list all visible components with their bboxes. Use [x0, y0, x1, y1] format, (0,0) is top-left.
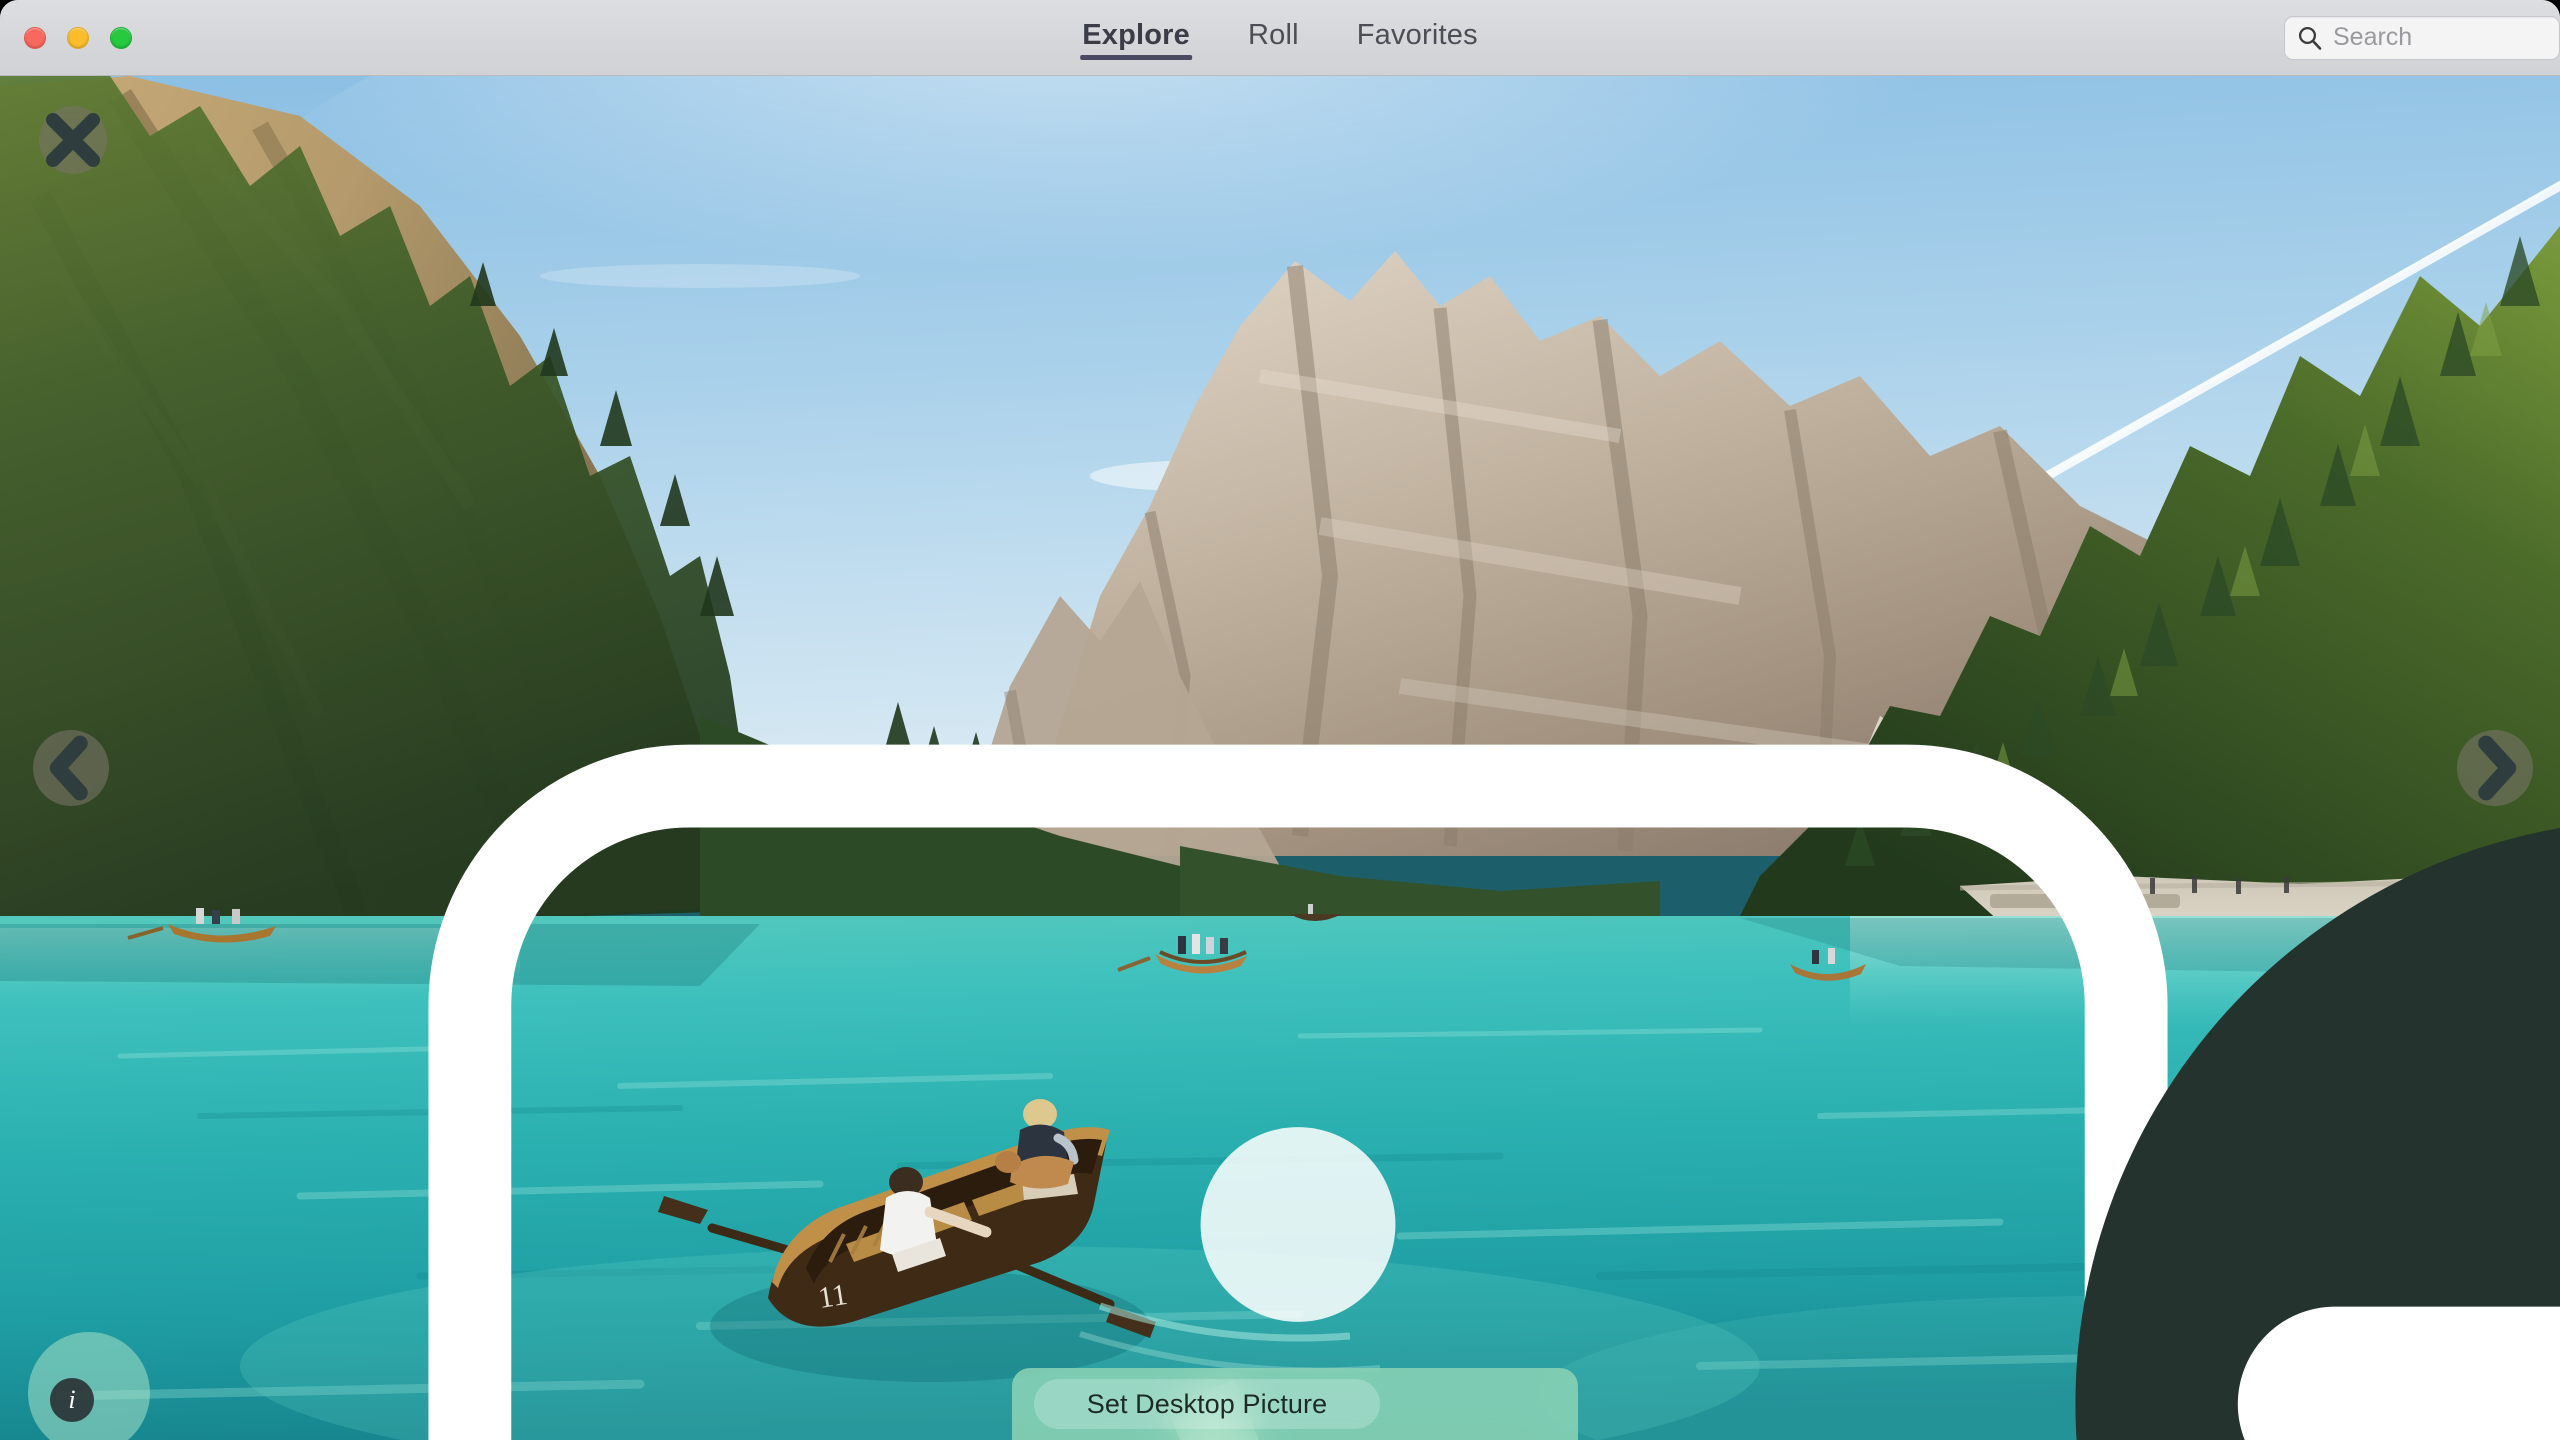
tab-roll-label: Roll — [1247, 18, 1299, 51]
add-to-album-button[interactable] — [1380, 722, 2560, 1440]
boat-number: 11 — [816, 1278, 850, 1315]
toolbar-icon-group — [1380, 722, 2560, 1440]
tab-favorites-label: Favorites — [1356, 18, 1478, 51]
traffic-light-group — [24, 26, 132, 49]
close-window-button[interactable] — [24, 26, 46, 49]
tab-explore-label: Explore — [1082, 18, 1190, 51]
previous-photo-button[interactable] — [33, 730, 109, 806]
tab-favorites[interactable]: Favorites — [1356, 18, 1478, 60]
tab-bar: Explore Roll Favorites — [1080, 0, 1478, 76]
minimize-window-button[interactable] — [67, 26, 89, 49]
set-desktop-picture-button[interactable]: Set Desktop Picture — [1034, 1379, 1380, 1429]
tab-explore[interactable]: Explore — [1080, 18, 1192, 60]
search-icon — [2298, 26, 2322, 50]
tab-roll[interactable]: Roll — [1247, 18, 1299, 60]
chevron-left-icon — [49, 735, 88, 801]
zoom-window-button[interactable] — [110, 26, 132, 49]
photos-window: Explore Roll Favorites Search 11 Set Des… — [0, 0, 2560, 1440]
title-bar: Explore Roll Favorites Search — [0, 0, 2560, 76]
search-field[interactable]: Search — [2284, 15, 2560, 60]
photo-viewport: 11 Set Desktop Picture i — [0, 76, 2560, 1440]
plus-circle-icon — [2075, 828, 2560, 1440]
search-placeholder: Search — [2333, 23, 2413, 51]
photo-action-toolbar: Set Desktop Picture — [1012, 828, 2560, 1440]
